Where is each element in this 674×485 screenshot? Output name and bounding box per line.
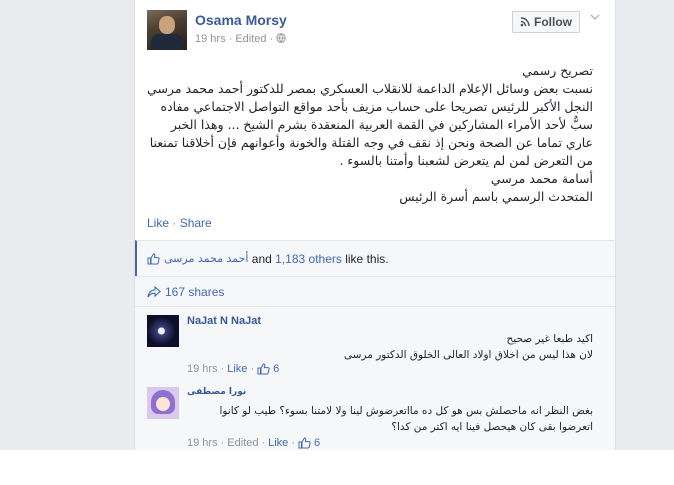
page-background-right [614, 0, 674, 450]
globe-icon [276, 33, 287, 43]
separator: · [220, 437, 225, 449]
comment-time[interactable]: 19 hrs [187, 363, 218, 375]
thumbs-up-icon [257, 363, 270, 375]
page-background-left [0, 0, 134, 450]
comment-text: بغض النظر انه ماحصلش بس هو كل ده مااتعرض… [187, 403, 593, 435]
separator: · [172, 216, 177, 230]
post-paragraph: نسبت بعض وسائل الإعلام الداعمة للانقلاب … [147, 81, 593, 168]
shares-count: 167 shares [165, 284, 225, 299]
post-paragraph: أسامة محمد مرسي [490, 171, 593, 186]
commenter-name[interactable]: NaJat N NaJat [187, 315, 261, 327]
thumbs-up-icon [147, 252, 160, 264]
comment-line: بغض النظر انه ماحصلش بس هو كل ده مااتعرض… [219, 405, 593, 417]
separator: · [291, 437, 295, 449]
post-body: تصريح رسمي نسبت بعض وسائل الإعلام الداعم… [145, 62, 593, 206]
rss-icon [520, 17, 530, 27]
separator: · [250, 363, 255, 375]
comment-meta: 19 hrs · Edited · Like · 6 [187, 437, 320, 449]
comment-like-link[interactable]: Like [268, 437, 288, 449]
others-likes-link[interactable]: 1,183 others [275, 252, 342, 266]
post-meta: 19 hrs · Edited · [195, 33, 287, 45]
like-link[interactable]: Like [147, 216, 169, 230]
commenter-avatar[interactable] [147, 387, 179, 419]
comment-line: اتعرضوا بقى كان هيحصل فينا ايه اكتر من ك… [391, 421, 593, 433]
share-link[interactable]: Share [180, 216, 212, 230]
comment-like-count[interactable]: 6 [314, 437, 320, 449]
avatar-face [159, 16, 175, 34]
liker-name-link[interactable]: أحمد محمد مرسى [164, 252, 248, 265]
comment-time[interactable]: 19 hrs [187, 437, 218, 449]
chevron-down-icon[interactable] [589, 11, 601, 23]
avatar-suit [151, 34, 183, 50]
follow-button[interactable]: Follow [512, 11, 580, 33]
avatar-face [156, 397, 170, 411]
comment-like-link[interactable]: Like [227, 363, 247, 375]
comment-meta: 19 hrs · Like · 6 [187, 363, 279, 375]
comment-text: اكيد طبعا غير صحيح لان هذا ليس من اخلاق … [187, 331, 593, 363]
comment-edited[interactable]: Edited [227, 437, 258, 449]
comments-section: NaJat N NaJat اكيد طبعا غير صحيح لان هذا… [135, 306, 615, 450]
separator: · [220, 363, 225, 375]
likes-summary: أحمد محمد مرسى and 1,183 others like thi… [135, 240, 615, 276]
commenter-avatar[interactable] [147, 315, 179, 347]
post-actions: Like · Share [147, 216, 212, 230]
commenter-name[interactable]: نورا مصطفى [187, 387, 246, 397]
share-arrow-icon [147, 285, 161, 297]
post-timestamp[interactable]: 19 hrs · Edited · [195, 33, 273, 45]
comment-line: لان هذا ليس من اخلاق اولاد العالى الخلوق… [343, 349, 593, 361]
separator: · [261, 437, 266, 449]
post-author-name[interactable]: Osama Morsy [195, 12, 287, 28]
comment-line: اكيد طبعا غير صحيح [506, 333, 594, 345]
post-paragraph: المتحدث الرسمي باسم أسرة الرئيس [399, 189, 593, 204]
comment-like-count[interactable]: 6 [273, 363, 279, 375]
post-card: Osama Morsy 19 hrs · Edited · Follow تصر… [134, 0, 616, 450]
likes-suffix: like this. [341, 251, 389, 266]
post-paragraph: تصريح رسمي [522, 63, 593, 78]
shares-summary[interactable]: 167 shares [135, 276, 615, 306]
follow-label: Follow [534, 15, 572, 29]
post: Osama Morsy 19 hrs · Edited · Follow تصر… [135, 0, 615, 240]
author-avatar[interactable] [147, 10, 187, 50]
likes-and-text: and [248, 251, 276, 266]
thumbs-up-icon [298, 437, 311, 449]
